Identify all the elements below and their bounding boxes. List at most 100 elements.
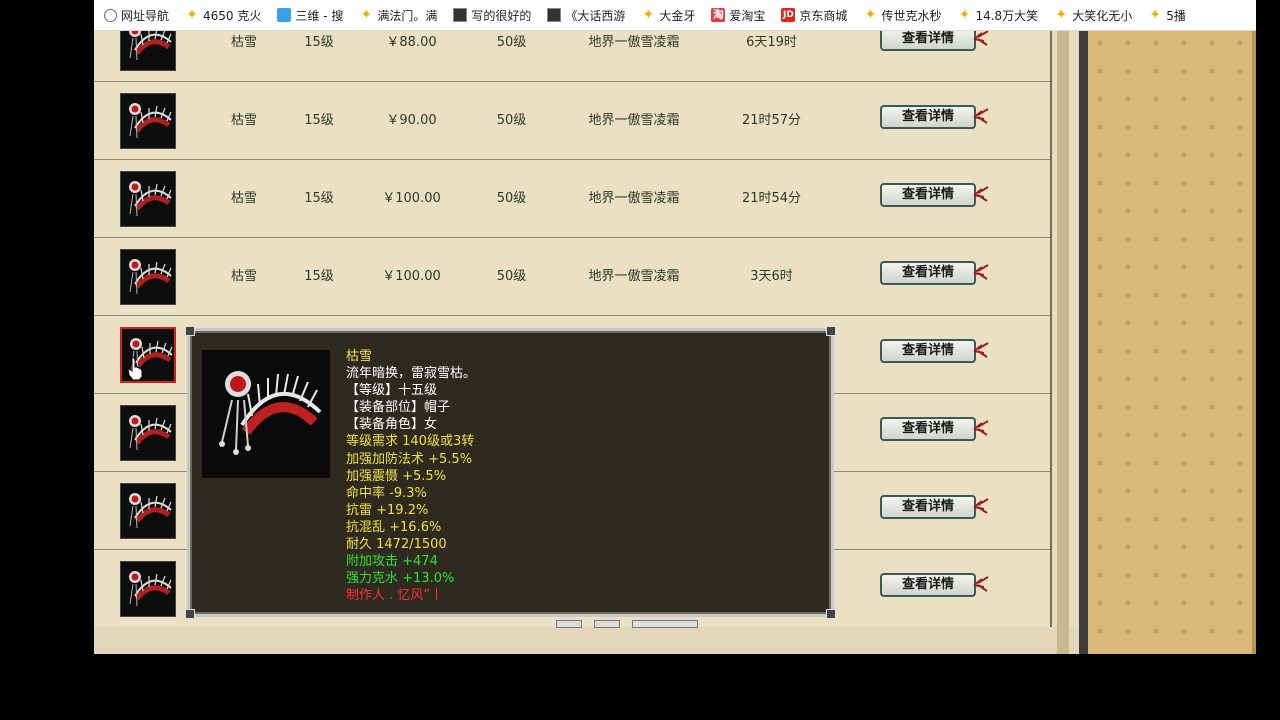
tooltip-line: 加强震慑 +5.5% <box>346 468 447 484</box>
view-details-label: 查看详情 <box>880 31 976 51</box>
tassel-icon <box>972 31 990 49</box>
item-thumbnail[interactable] <box>120 31 176 71</box>
tassel-icon <box>972 419 990 439</box>
table-row: 枯雪 15级 ￥100.00 50级 地界一傲雪凌霜 3天6时 查看详情 <box>94 238 1050 316</box>
item-thumbnail[interactable] <box>120 483 176 539</box>
bookmark-item[interactable]: 淘爱淘宝 <box>711 7 765 24</box>
star-icon: ✦ <box>360 7 373 23</box>
star-icon: ✦ <box>1149 7 1162 23</box>
bookmark-item[interactable]: ✦ 4650 克火 <box>185 7 261 24</box>
bookmark-item[interactable]: ✦ 传世克水秒 <box>863 7 942 24</box>
server-name: 地界一傲雪凌霜 <box>588 191 680 206</box>
page-icon <box>453 8 468 22</box>
view-details-button[interactable]: 查看详情 <box>880 183 989 209</box>
table-row: 枯雪 15级 ￥88.00 50级 地界一傲雪凌霜 6天19时 查看详情 <box>94 31 1050 82</box>
tooltip-line: 抗混乱 +16.6% <box>346 519 442 535</box>
bookmark-item[interactable]: 写的很好的 <box>453 7 531 24</box>
view-details-label: 查看详情 <box>880 417 976 441</box>
star-icon: ✦ <box>642 7 655 23</box>
item-stats: 枯雪 流年暗换，雷寂雪枯。 【等级】十五级 【装备部位】帽子 【装备角色】女 等级需求 1… <box>346 348 476 604</box>
hand-cursor-icon <box>127 357 143 381</box>
bookmark-item[interactable]: ✦ 满法门。满 <box>359 7 437 24</box>
bookmark-item[interactable]: ✦ 14.8万大笑 <box>957 7 1039 24</box>
item-name: 枯雪 <box>230 269 257 284</box>
view-details-button[interactable]: 查看详情 <box>880 339 989 365</box>
frame-divider-dark <box>1079 31 1088 654</box>
bookmark-item[interactable]: 《大话西游 <box>547 7 625 24</box>
jd-icon: JD <box>781 8 796 22</box>
view-details-button[interactable]: 查看详情 <box>880 31 989 53</box>
tooltip-line: 抗雷 +19.2% <box>346 502 429 518</box>
view-details-label: 查看详情 <box>880 573 976 597</box>
time-remaining: 21时57分 <box>741 113 802 128</box>
item-thumbnail[interactable] <box>120 93 176 149</box>
tooltip-line: 等级需求 140级或3转 <box>346 434 475 450</box>
tooltip-line: 强力克水 +13.0% <box>346 571 455 587</box>
pager-button[interactable] <box>556 620 582 628</box>
item-thumbnail[interactable] <box>120 171 176 227</box>
view-details-label: 查看详情 <box>880 339 976 363</box>
page-icon <box>547 8 562 22</box>
bookmark-item[interactable]: 网址导航 <box>104 7 169 24</box>
table-row: 枯雪 15级 ￥90.00 50级 地界一傲雪凌霜 21时57分 查看详情 <box>94 82 1050 160</box>
bookmark-label: 三维 - 搜 <box>295 8 344 23</box>
bookmark-label: 网址导航 <box>121 8 170 23</box>
bookmark-label: 大笑化无小 <box>1072 8 1133 23</box>
tooltip-line: 加强加防法术 +5.5% <box>346 451 473 467</box>
item-price: ￥88.00 <box>386 35 437 50</box>
server-name: 地界一傲雪凌霜 <box>588 35 680 50</box>
tassel-icon <box>972 263 990 283</box>
bookmark-item[interactable]: JD 京东商城 <box>781 7 847 24</box>
item-thumbnail[interactable] <box>120 561 176 617</box>
item-level: 15级 <box>304 113 334 128</box>
tooltip-line: 【等级】十五级 <box>346 383 438 399</box>
bookmark-item[interactable]: ✦ 大金牙 <box>641 7 696 24</box>
corner-ornament <box>826 609 836 619</box>
bookmark-item[interactable]: ✦ 大笑化无小 <box>1054 7 1132 24</box>
view-details-label: 查看详情 <box>880 495 976 519</box>
item-name: 枯雪 <box>230 35 257 50</box>
table-row: 枯雪 15级 ￥100.00 50级 地界一傲雪凌霜 21时54分 查看详情 <box>94 160 1050 238</box>
side-decor-panel <box>1088 31 1256 654</box>
bookmark-label: 满法门。满 <box>377 8 438 23</box>
star-icon: ✦ <box>186 7 198 23</box>
bookmark-label: 写的很好的 <box>471 8 532 23</box>
level-requirement: 50级 <box>496 35 527 50</box>
time-remaining: 6天19时 <box>746 35 797 50</box>
bookmark-label: 大金牙 <box>659 8 696 23</box>
item-name: 枯雪 <box>230 191 257 206</box>
pager-button[interactable] <box>594 620 620 628</box>
view-details-button[interactable]: 查看详情 <box>880 417 989 443</box>
corner-ornament <box>185 326 195 336</box>
star-icon: ✦ <box>958 7 971 23</box>
server-name: 地界一傲雪凌霜 <box>588 269 680 284</box>
tooltip-line: 耐久 1472/1500 <box>346 537 447 553</box>
bookmark-item[interactable]: ✦ 5播 <box>1148 7 1186 24</box>
view-details-button[interactable]: 查看详情 <box>880 573 989 599</box>
tassel-icon <box>972 185 990 205</box>
bookmark-label: 传世克水秒 <box>881 8 942 23</box>
bookmark-label: 《大话西游 <box>565 8 626 23</box>
bookmark-label: 4650 克火 <box>203 8 262 23</box>
item-large-image <box>202 350 330 478</box>
view-details-button[interactable]: 查看详情 <box>880 261 989 287</box>
pager-input[interactable] <box>632 620 698 628</box>
server-name: 地界一傲雪凌霜 <box>588 113 680 128</box>
view-details-button[interactable]: 查看详情 <box>880 495 989 521</box>
bookmark-item[interactable]: 三维 - 搜 <box>277 7 343 24</box>
bookmark-label: 京东商城 <box>799 8 848 23</box>
bookmark-label: 14.8万大笑 <box>975 8 1039 23</box>
globe-icon <box>104 8 117 22</box>
bookmarks-bar: 网址导航 ✦ 4650 克火 三维 - 搜 ✦ 满法门。满 写的很好的 《大话西游 ✦ 大金牙淘爱… <box>94 0 1256 31</box>
item-price: ￥100.00 <box>382 191 441 206</box>
tooltip-line: 【装备部位】帽子 <box>346 400 451 416</box>
tooltip-line: 流年暗换，雷寂雪枯。 <box>346 366 477 382</box>
tooltip-line: 【装备角色】女 <box>346 417 438 433</box>
item-level: 15级 <box>304 269 334 284</box>
item-thumbnail[interactable] <box>120 405 176 461</box>
item-price: ￥100.00 <box>382 269 441 284</box>
item-tooltip: 枯雪 流年暗换，雷寂雪枯。 【等级】十五级 【装备部位】帽子 【装备角色】女 等级需求 1… <box>185 326 836 619</box>
view-details-button[interactable]: 查看详情 <box>880 105 989 131</box>
tooltip-line: 附加攻击 +474 <box>346 554 438 570</box>
item-thumbnail[interactable] <box>120 249 176 305</box>
